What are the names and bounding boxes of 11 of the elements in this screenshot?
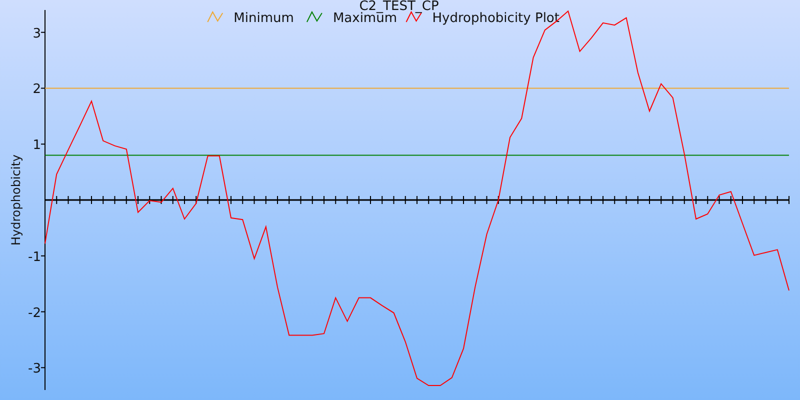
y-tick-label: -2 [28, 306, 41, 321]
legend-label: Minimum [234, 11, 294, 26]
y-tick-label: 1 [32, 138, 41, 154]
y-tick-label: 3 [32, 26, 41, 42]
chart-title: C2_TEST_CP [359, 0, 439, 14]
y-tick-label: -1 [28, 250, 41, 265]
legend-label: Maximum [332, 11, 398, 26]
y-tick-label: -3 [28, 362, 41, 377]
y-tick-label: 2 [32, 82, 41, 98]
legend-label: Hydrophobicity Plot [432, 11, 560, 26]
y-axis-label: Hydrophobicity [9, 154, 23, 246]
